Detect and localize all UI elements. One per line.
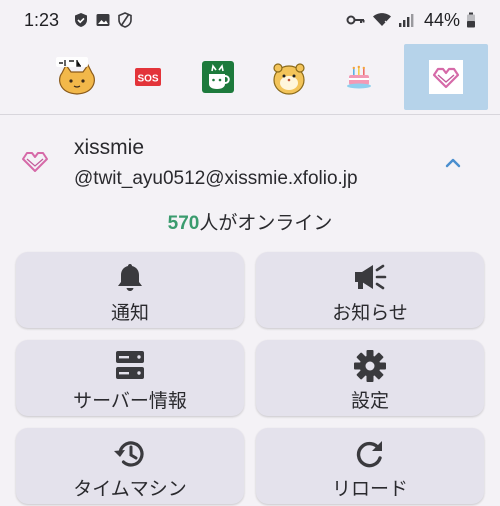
bell-icon — [118, 264, 142, 291]
settings-button[interactable]: 設定 — [256, 340, 484, 416]
wifi-icon — [372, 13, 392, 28]
settings-label: 設定 — [350, 391, 389, 412]
status-bar: 1:23 44% — [0, 0, 500, 40]
history-icon — [114, 441, 144, 467]
online-users: 570人がオンライン — [0, 208, 500, 235]
online-count: 570 — [167, 213, 200, 234]
key-icon — [346, 15, 365, 25]
cat-emoji-icon — [56, 57, 96, 95]
battery-percent: 44% — [423, 9, 460, 30]
time-machine-button[interactable]: タイムマシン — [16, 428, 244, 504]
status-time: 1:23 — [24, 9, 60, 30]
server-info-button[interactable]: サーバー情報 — [16, 340, 244, 416]
tab-cake-emoji[interactable] — [330, 44, 388, 110]
tab-strip-divider — [0, 114, 500, 115]
sos-emoji-icon: SOS — [134, 68, 161, 86]
signal-icon — [398, 14, 414, 27]
online-suffix: 人がオンライン — [199, 213, 333, 234]
account-header: xissmie @twit_ayu0512@xissmie.xfolio.jp — [0, 126, 500, 200]
cake-emoji-icon — [347, 65, 372, 89]
tab-cat-emoji[interactable] — [48, 44, 106, 110]
account-tab-strip: SOS — [0, 40, 500, 114]
green-cup-emoji-icon — [202, 61, 235, 93]
account-name: xissmie — [74, 136, 145, 159]
notifications-button[interactable]: 通知 — [16, 252, 244, 328]
shield-off-icon — [118, 12, 132, 28]
tab-hamster-emoji[interactable] — [259, 44, 317, 110]
tab-xissmie-account[interactable] — [404, 44, 489, 110]
megaphone-icon — [355, 264, 387, 290]
tab-green-cup-emoji[interactable] — [189, 44, 247, 110]
shield-check-icon — [75, 13, 88, 27]
reload-button[interactable]: リロード — [256, 428, 484, 504]
gear-icon — [354, 350, 386, 382]
reload-icon — [356, 441, 382, 468]
hamster-emoji-icon — [272, 63, 305, 95]
image-icon — [96, 14, 110, 26]
announcements-button[interactable]: お知らせ — [256, 252, 484, 328]
server-icon — [116, 351, 144, 379]
time-machine-label: タイムマシン — [73, 479, 187, 500]
tab-sos-emoji[interactable]: SOS — [118, 44, 176, 110]
reload-label: リロード — [331, 479, 408, 500]
battery-icon — [467, 12, 475, 28]
account-handle: @twit_ayu0512@xissmie.xfolio.jp — [74, 168, 358, 189]
server-info-label: サーバー情報 — [73, 391, 187, 412]
chevron-up-icon[interactable] — [438, 148, 468, 178]
announcements-label: お知らせ — [332, 303, 408, 324]
notifications-label: 通知 — [110, 303, 149, 324]
xissmie-heart-logo-icon — [22, 152, 48, 172]
xissmie-heart-logo-icon — [429, 60, 464, 94]
sos-label: SOS — [137, 74, 158, 85]
